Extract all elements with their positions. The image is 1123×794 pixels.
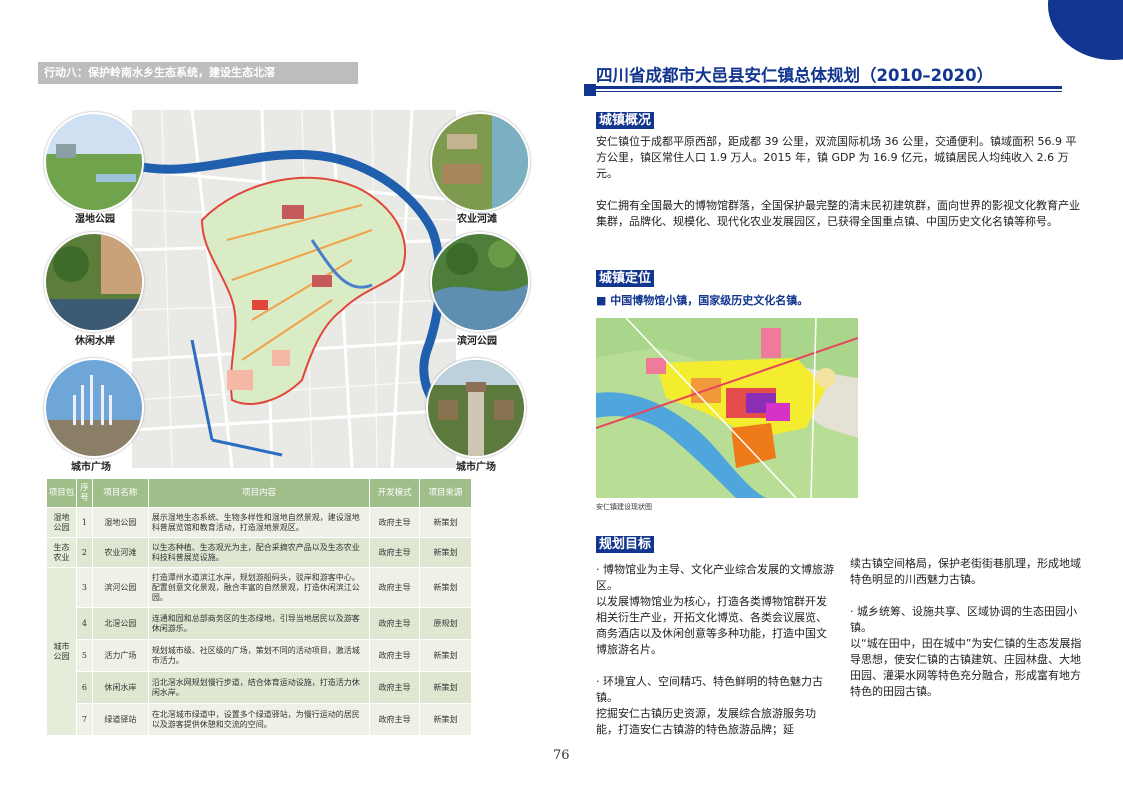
leisure-shore-photo	[44, 232, 144, 332]
header-package: 项目包	[46, 478, 77, 508]
header-source: 项目来源	[419, 478, 472, 508]
header-name: 项目名称	[91, 478, 149, 508]
cell-mode: 政府主导	[369, 607, 421, 640]
town-status-map-graphic	[596, 318, 858, 498]
title-divider	[596, 86, 1062, 89]
cell-mode: 政府主导	[369, 703, 421, 736]
town-status-map	[596, 318, 858, 498]
cell-content: 打造潭州水道滨江水岸，规划游船码头，驳岸和游客中心。配置创意文化景观，融合丰富的…	[147, 567, 371, 608]
positioning-heading: 城镇定位	[596, 270, 655, 287]
overview-heading: 城镇概况	[596, 112, 655, 129]
page-title: 四川省成都市大邑县安仁镇总体规划（2010–2020）	[596, 66, 994, 85]
cell-mode: 政府主导	[369, 671, 421, 704]
cell-content: 沿北滘水网规划慢行步道，结合体育运动设施，打造活力休闲水岸。	[147, 671, 371, 704]
city-square-left-photo	[44, 358, 144, 458]
cell-mode: 政府主导	[369, 639, 421, 672]
cell-number: 5	[75, 639, 93, 672]
agri-river-label: 农业河滩	[457, 214, 497, 225]
cell-name: 绿道驿站	[91, 703, 149, 736]
cell-package: 生态农业	[46, 537, 77, 568]
cell-number: 7	[75, 703, 93, 736]
project-table: 项目包 序号 项目名称 项目内容 开发模式 项目来源 湿地公园 1 湿地公园 展…	[46, 478, 472, 736]
cell-number: 1	[75, 507, 93, 538]
overview-paragraph-1: 安仁镇位于成都平原西部，距成都 39 公里，双流国际机场 36 公里，交通便利。…	[596, 135, 1077, 180]
cell-name: 北滘公园	[91, 607, 149, 640]
cell-source: 新策划	[419, 703, 472, 736]
cell-package: 湿地公园	[46, 507, 77, 538]
table-row: 5 活力广场 规划城市级、社区级的广场，策划不同的活动项目，激活城市活力。 政府…	[47, 639, 472, 672]
decorative-circle	[1048, 0, 1123, 60]
goals-heading: 规划目标	[596, 536, 655, 553]
cell-source: 原规划	[419, 607, 472, 640]
cell-content: 以生态种植、生态观光为主，配合采摘农产品以及生态农业科技科普展览设施。	[147, 537, 371, 568]
goals-column-1: · 博物馆业为主导、文化产业综合发展的文博旅游区。 以发展博物馆业为核心，打造各…	[596, 563, 834, 736]
city-square-right-photo	[426, 358, 526, 458]
wetland-park-label: 湿地公园	[75, 214, 115, 225]
title-divider-thin	[596, 91, 1062, 92]
page-number: 76	[553, 748, 570, 763]
header-content: 项目内容	[147, 478, 371, 508]
master-plan-map-graphic	[132, 110, 456, 468]
cell-mode: 政府主导	[369, 567, 421, 608]
cell-source: 新策划	[419, 671, 472, 704]
leisure-shore-label: 休闲水岸	[75, 336, 115, 347]
table-row: 4 北滘公园 连通和园和总部商务区的生态绿地，引导当地居民以及游客休闲游乐。 政…	[47, 607, 472, 640]
cell-name: 湿地公园	[91, 507, 149, 538]
action-title-bar: 行动八：保护岭南水乡生态系统，建设生态北滘	[38, 62, 358, 84]
table-row: 7 绿道驿站 在北滘城市绿道中，设置多个绿道驿站，为慢行运动的居民以及游客提供休…	[47, 703, 472, 736]
cell-source: 新策划	[419, 567, 472, 608]
city-square-left-label: 城市广场	[71, 462, 111, 473]
title-marker	[584, 84, 596, 96]
cell-source: 新策划	[419, 537, 472, 568]
header-number: 序号	[75, 478, 93, 508]
agri-river-photo	[430, 112, 530, 212]
cell-mode: 政府主导	[369, 537, 421, 568]
cell-number: 4	[75, 607, 93, 640]
positioning-statement: ■ 中国博物馆小镇，国家级历史文化名镇。	[596, 294, 809, 307]
cell-name: 休闲水岸	[91, 671, 149, 704]
table-header-row: 项目包 序号 项目名称 项目内容 开发模式 项目来源	[46, 478, 472, 508]
overview-paragraph-2: 安仁拥有全国最大的博物馆群落，全国保护最完整的清末民初建筑群，面向世界的影视文化…	[596, 199, 1080, 228]
master-plan-map	[132, 110, 456, 468]
wetland-park-photo	[44, 112, 144, 212]
table-row: 6 休闲水岸 沿北滘水网规划慢行步道，结合体育运动设施，打造活力休闲水岸。 政府…	[47, 671, 472, 704]
table-row: 城市公园 3 滨河公园 打造潭州水道滨江水岸，规划游船码头，驳岸和游客中心。配置…	[46, 567, 472, 736]
cell-name: 活力广场	[91, 639, 149, 672]
cell-content: 在北滘城市绿道中，设置多个绿道驿站，为慢行运动的居民以及游客提供休憩和交流的空间…	[147, 703, 371, 736]
cell-number: 2	[75, 537, 93, 568]
cell-number: 6	[75, 671, 93, 704]
map-caption: 安仁镇建设现状图	[596, 503, 652, 511]
header-mode: 开发模式	[369, 478, 421, 508]
table-row: 湿地公园 1 湿地公园 展示湿地生态系统、生物多样性和湿地自然景观，建设湿地科普…	[46, 507, 472, 538]
cell-source: 新策划	[419, 507, 472, 538]
cell-content: 展示湿地生态系统、生物多样性和湿地自然景观，建设湿地科普展览馆和教育活动，打造湿…	[147, 507, 371, 538]
cell-package: 城市公园	[46, 567, 77, 736]
cell-mode: 政府主导	[369, 507, 421, 538]
cell-content: 连通和园和总部商务区的生态绿地，引导当地居民以及游客休闲游乐。	[147, 607, 371, 640]
city-square-right-label: 城市广场	[456, 462, 496, 473]
binhe-park-label: 滨河公园	[457, 336, 497, 347]
binhe-park-photo	[430, 232, 530, 332]
cell-source: 新策划	[419, 639, 472, 672]
table-row: 生态农业 2 农业河滩 以生态种植、生态观光为主，配合采摘农产品以及生态农业科技…	[46, 537, 472, 568]
cell-name: 滨河公园	[91, 567, 149, 608]
cell-content: 规划城市级、社区级的广场，策划不同的活动项目，激活城市活力。	[147, 639, 371, 672]
cell-number: 3	[75, 567, 93, 608]
cell-name: 农业河滩	[91, 537, 149, 568]
goals-column-2: 续古镇空间格局，保护老街街巷肌理，形成地域特色明显的川西魅力古镇。 · 城乡统筹…	[850, 557, 1082, 698]
